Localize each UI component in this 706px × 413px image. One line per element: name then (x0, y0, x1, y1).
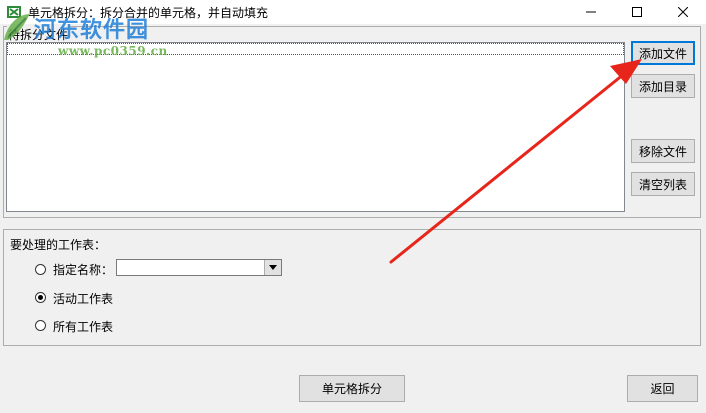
sheet-group-label: 要处理的工作表： (10, 238, 107, 252)
combo-dropdown-button[interactable] (264, 260, 281, 275)
watermark-logo-icon (0, 10, 34, 44)
maximize-icon (632, 7, 642, 17)
add-file-button[interactable]: 添加文件 (631, 41, 695, 65)
remove-file-button[interactable]: 移除文件 (631, 139, 695, 163)
chevron-down-icon (269, 265, 277, 270)
split-cells-button[interactable]: 单元格拆分 (299, 375, 405, 402)
watermark-text: 河东软件园 (34, 17, 150, 43)
back-button[interactable]: 返回 (627, 375, 698, 402)
add-directory-button[interactable]: 添加目录 (631, 74, 695, 98)
sheet-name-combo[interactable] (116, 259, 282, 276)
minimize-icon (586, 11, 596, 13)
minimize-button[interactable] (568, 0, 614, 24)
maximize-button[interactable] (614, 0, 660, 24)
radio-all-sheets[interactable] (35, 320, 46, 331)
radio-all-sheets-label: 所有工作表 (53, 320, 114, 334)
radio-specified-name-label: 指定名称： (53, 263, 114, 277)
clear-list-button[interactable]: 清空列表 (631, 172, 695, 196)
close-button[interactable] (660, 0, 706, 24)
radio-specified-name[interactable] (35, 264, 46, 275)
file-list[interactable] (6, 42, 625, 212)
radio-active-sheet-label: 活动工作表 (53, 292, 114, 306)
close-icon (678, 7, 688, 17)
watermark-url: www.pc0359.cn (58, 44, 168, 58)
radio-active-sheet[interactable] (35, 292, 46, 303)
